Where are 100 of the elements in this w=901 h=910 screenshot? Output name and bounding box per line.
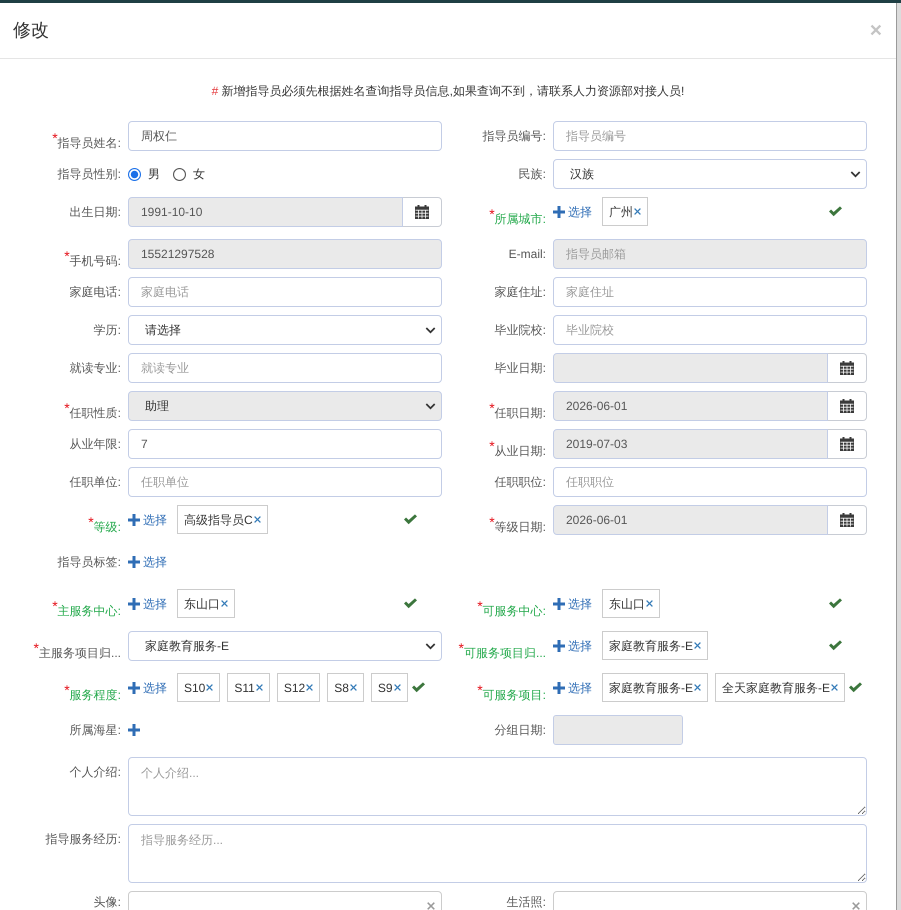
remove-icon[interactable] [394,684,401,691]
text-input[interactable]: 家庭电话 [128,277,442,307]
chevron-down-icon [425,642,436,650]
tag-label: S10 [184,680,206,696]
remove-icon[interactable] [306,684,314,691]
radio-button[interactable] [128,168,141,180]
field-label: 就读专业: [70,360,121,376]
clear-icon[interactable] [427,902,435,910]
text-area[interactable]: 个人介绍... [128,757,867,816]
field-label: 任职单位: [70,474,121,490]
field-label: 毕业院校: [494,322,546,338]
text-input[interactable]: 任职单位 [128,467,442,497]
chevron-down-icon [850,170,861,178]
tag-label: 全天家庭教育服务-E [722,680,830,696]
select-field[interactable]: 请选择 [128,315,442,345]
select-button[interactable]: 选择 [553,202,592,220]
plus-icon [128,598,140,610]
remove-icon[interactable] [646,600,653,607]
remove-icon[interactable] [831,684,838,691]
clear-icon[interactable] [852,902,860,910]
field-label: 等级: [94,519,121,535]
tag-label: 家庭教育服务-E [609,680,693,696]
select-button[interactable]: 选择 [128,594,167,612]
field-label: 家庭住址: [494,284,546,300]
remove-icon[interactable] [256,684,263,691]
field-label: 从业年限: [70,436,121,452]
calendar-button[interactable] [828,429,867,459]
calendar-button[interactable] [828,505,867,535]
plus-icon [553,598,565,610]
text-area[interactable]: 指导服务经历... [128,824,867,883]
remove-icon[interactable] [634,208,641,215]
remove-icon[interactable] [350,684,357,691]
field-label: 生活照: [506,896,546,909]
check-icon [829,640,842,651]
tag-label: S11 [234,680,255,696]
select-button[interactable]: 选择 [128,552,167,570]
field-label: 指导员姓名: [58,135,121,151]
plus-icon [128,514,140,526]
plus-icon [553,682,565,694]
required-mark: * [489,438,495,454]
tag-label: S8 [334,680,349,696]
field-label: 个人介绍: [70,764,121,780]
field-label: 所属海星: [70,722,121,738]
text-input[interactable]: 7 [128,429,442,459]
field-label: 指导员性别: [58,166,121,182]
required-mark: * [64,248,70,264]
notice-text: # 新增指导员必须先根据姓名查询指导员信息,如果查询不到，请联系人力资源部对接人员! [212,83,684,99]
check-icon [404,514,417,525]
field-label: 出生日期: [70,204,121,220]
chevron-down-icon [425,326,436,334]
remove-icon[interactable] [254,516,261,523]
field-label: 家庭电话: [70,284,121,300]
field-label: 等级日期: [494,519,546,535]
field-label: 可服务项目归... [464,646,546,661]
field-label: 民族: [518,166,546,182]
text-input[interactable]: 指导员编号 [553,121,867,151]
tag-label: 高级指导员C [184,512,253,528]
calendar-icon [415,205,429,219]
calendar-button[interactable] [403,197,442,227]
tag-label: 广州 [609,204,633,220]
field-label: 毕业日期: [494,360,546,376]
remove-icon[interactable] [206,684,214,691]
plus-icon [128,682,140,694]
remove-icon[interactable] [221,600,228,607]
text-input[interactable]: 就读专业 [128,353,442,383]
text-input[interactable]: 任职职位 [553,467,867,497]
calendar-button[interactable] [828,391,867,421]
remove-icon[interactable] [694,684,701,691]
select-field[interactable]: 汉族 [553,159,867,189]
select-button[interactable]: 选择 [553,636,592,654]
select-field[interactable]: 家庭教育服务-E [128,631,442,661]
radio-label: 女 [193,166,205,183]
select-button[interactable]: 选择 [128,510,167,528]
select-button[interactable]: 选择 [553,594,592,612]
text-input[interactable]: 周权仁 [128,121,442,151]
chevron-down-icon [425,402,436,410]
field-label: 任职性质: [70,405,121,421]
check-icon [404,598,417,609]
field-label: 任职职位: [494,474,546,490]
plus-icon [128,556,140,568]
add-button[interactable] [128,724,140,736]
text-input[interactable]: 毕业院校 [553,315,867,345]
calendar-icon [840,513,854,527]
radio-label: 男 [148,166,160,183]
select-button[interactable]: 选择 [553,678,592,696]
plus-icon [553,206,565,218]
field-label: 可服务中心: [482,603,546,619]
select-button[interactable]: 选择 [128,678,167,696]
check-icon [849,682,862,693]
calendar-button[interactable] [828,353,867,383]
radio-button[interactable] [173,168,186,180]
text-input[interactable]: 家庭住址 [553,277,867,307]
field-label: 学历: [94,322,121,338]
remove-icon[interactable] [694,642,701,649]
required-mark: * [52,130,58,146]
check-icon [412,682,425,693]
check-icon [829,206,842,217]
check-icon [829,598,842,609]
field-label: 头像: [94,896,121,909]
field-label: 可服务项目: [482,687,546,703]
